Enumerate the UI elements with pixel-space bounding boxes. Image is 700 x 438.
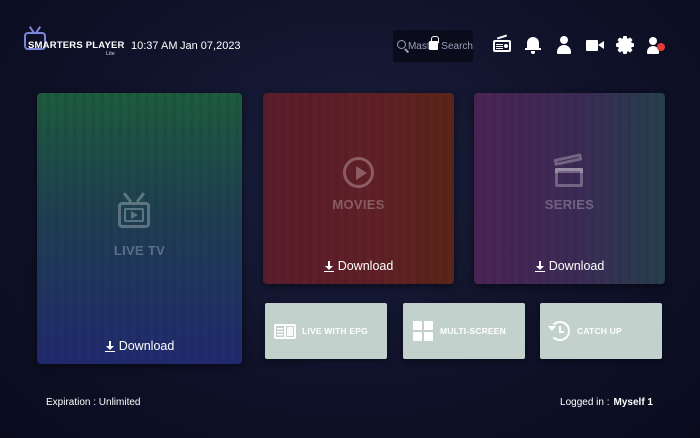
multi-screen-button[interactable]: MULTI-SCREEN: [403, 303, 525, 359]
search-icon: [396, 39, 410, 53]
clock-time: 10:37 AM: [131, 40, 178, 52]
play-circle-icon: [343, 157, 374, 188]
download-icon: [323, 260, 334, 273]
logged-in-user: Myself 1: [613, 397, 653, 408]
clock-date: Jan 07,2023: [180, 40, 241, 52]
download-icon: [104, 340, 115, 353]
live-tv-tile[interactable]: LIVE TV Download: [37, 93, 242, 364]
camera-icon[interactable]: [586, 36, 604, 54]
logged-in-status: Logged in : Myself 1: [560, 397, 653, 408]
series-tile[interactable]: SERIES Download: [474, 93, 665, 284]
lock-icon: [429, 36, 439, 50]
clapperboard-icon: [553, 153, 585, 187]
catch-up-label: CATCH UP: [577, 326, 622, 336]
movies-download-button[interactable]: Download: [263, 259, 454, 273]
movies-label: MOVIES: [332, 197, 385, 212]
download-label: Download: [548, 259, 605, 273]
series-label: SERIES: [544, 197, 595, 212]
download-label: Download: [118, 339, 175, 353]
live-tv-label: LIVE TV: [113, 243, 166, 258]
tv-icon: [118, 192, 150, 234]
gear-icon[interactable]: [616, 36, 634, 54]
live-tv-download-button[interactable]: Download: [37, 339, 242, 353]
epg-icon: [274, 320, 296, 342]
multi-screen-label: MULTI-SCREEN: [440, 326, 506, 336]
bell-icon[interactable]: [524, 36, 542, 54]
epg-label: LIVE WITH EPG: [302, 326, 368, 336]
expiration-status: Expiration : Unlimited: [46, 397, 141, 408]
multi-screen-icon: [412, 320, 434, 342]
live-with-epg-button[interactable]: LIVE WITH EPG: [265, 303, 387, 359]
switch-user-icon[interactable]: [647, 36, 665, 54]
movies-tile[interactable]: MOVIES Download: [263, 93, 454, 284]
logged-in-label: Logged in :: [560, 397, 610, 408]
logo-name: SMARTERS PLAYER: [28, 40, 125, 51]
download-label: Download: [337, 259, 394, 273]
app-logo: SMARTERS PLAYER Lite: [24, 26, 124, 60]
radio-icon[interactable]: [493, 34, 511, 54]
home-screen: SMARTERS PLAYER Lite 10:37 AM Jan 07,202…: [0, 0, 700, 438]
download-icon: [534, 260, 545, 273]
logo-sub: Lite: [106, 51, 115, 57]
search-label: Master Search: [407, 40, 473, 52]
series-download-button[interactable]: Download: [474, 259, 665, 273]
catch-up-button[interactable]: CATCH UP: [540, 303, 662, 359]
user-icon[interactable]: [555, 36, 573, 54]
catch-up-icon: [548, 320, 571, 342]
master-search-button[interactable]: Master Search: [393, 30, 473, 62]
